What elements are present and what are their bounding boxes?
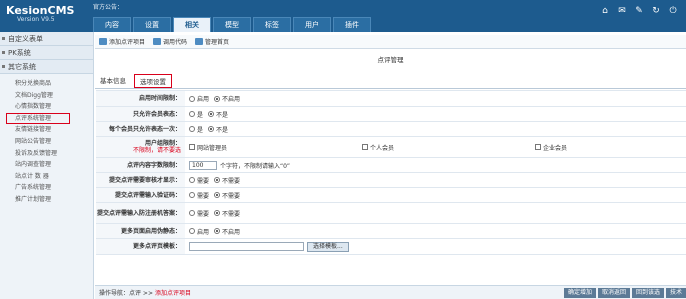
radio-no-need[interactable]: 不需要: [214, 191, 240, 200]
row-word-limit: 点评内容字数限制： 100 个字符，不限制请输入“0”: [96, 158, 686, 173]
top-header: KesionCMS Version V9.5 官方公告： 内容 设置 相关 模型…: [0, 0, 686, 32]
row-review-approval: 提交点评需要审核才显示： 需要 不需要: [96, 173, 686, 188]
sidebar-item[interactable]: 站内调查管理: [0, 159, 93, 171]
sidebar-item[interactable]: 站点计 数 器: [0, 171, 93, 183]
tab-settings[interactable]: 设置: [133, 17, 171, 32]
radio-no[interactable]: 不是: [208, 110, 228, 119]
row-anti-bot: 提交点评需输入防注册机答案： 需要 不需要: [96, 203, 686, 224]
row-members-only: 只允许会员表态： 是 不是: [96, 107, 686, 122]
back-button[interactable]: 回到该选: [631, 288, 664, 298]
label-once-per-member: 每个会员只允许表态一次：: [96, 122, 185, 136]
radio-no-need[interactable]: 不需要: [214, 176, 240, 185]
row-user-groups: 用户组限制： 不限制，请不要选 网站管理员 个人会员 企业会员: [96, 137, 686, 158]
row-captcha: 提交点评需输入验证码： 需要 不需要: [96, 188, 686, 203]
sidebar-item[interactable]: 投诉及反馈管理: [0, 148, 93, 160]
sidebar-item[interactable]: 广告系统管理: [0, 182, 93, 194]
version-label: Version V9.5: [17, 16, 55, 23]
footer-current: 添加点评项目: [154, 290, 191, 297]
mail-icon[interactable]: ✉: [617, 6, 627, 16]
row-pseudo-static: 更多页面启用伪静态： 启用 不启用: [96, 224, 686, 239]
tab-users[interactable]: 用户: [293, 17, 331, 32]
label-time-limit: 启用时间限制：: [96, 91, 185, 106]
row-time-limit: 启用时间限制： 启用 不启用: [96, 91, 686, 107]
radio-need[interactable]: 需要: [189, 191, 209, 200]
sidebar-item[interactable]: 友情链接管理: [0, 124, 93, 136]
label-members-only: 只允许会员表态：: [96, 107, 185, 121]
radio-disable[interactable]: 不启用: [214, 94, 240, 103]
call-code-button[interactable]: 调用代码: [153, 37, 187, 46]
sub-tabs: 基本信息 选项设置: [95, 72, 686, 89]
main-tabs: 内容 设置 相关 模型 标签 用户 插件: [93, 17, 373, 32]
footer-path[interactable]: 点评 >>: [129, 288, 153, 297]
label-review-approval: 提交点评需要审核才显示：: [96, 173, 185, 187]
radio-no[interactable]: 不是: [208, 125, 228, 134]
notice-label: 官方公告：: [93, 4, 124, 11]
sidebar-group-other[interactable]: 其它系统: [0, 60, 93, 74]
label-anti-bot: 提交点评需输入防注册机答案：: [96, 203, 185, 223]
refresh-icon[interactable]: ↻: [651, 6, 661, 16]
label-word-limit: 点评内容字数限制：: [96, 158, 185, 172]
sidebar-item[interactable]: 文档Digg管理: [0, 90, 93, 102]
radio-enable[interactable]: 启用: [189, 94, 209, 103]
radio-need[interactable]: 需要: [189, 209, 209, 218]
tab-content[interactable]: 内容: [93, 17, 131, 32]
confirm-add-button[interactable]: 确定增加: [563, 288, 596, 298]
page-title: 点评管理: [377, 56, 404, 64]
sidebar-item[interactable]: 网站公告管理: [0, 136, 93, 148]
tools-icon[interactable]: ✎: [634, 6, 644, 16]
radio-disable[interactable]: 不启用: [214, 227, 240, 236]
tab-basic-info[interactable]: 基本信息: [98, 74, 128, 88]
no-limit-note: 不限制，请不要选: [132, 147, 181, 154]
sidebar-item[interactable]: 推广计划管理: [0, 194, 93, 206]
code-icon: [153, 38, 162, 45]
options-form: 启用时间限制： 启用 不启用 只允许会员表态： 是 不是 每个会员只允许表态一次…: [96, 90, 686, 255]
add-icon: [99, 38, 107, 45]
sidebar-item-review-system[interactable]: 点评系统管理: [6, 112, 70, 125]
word-limit-hint: 个字符，不限制请输入“0”: [220, 162, 291, 170]
footer-bar: 操作导航： 点评 >> 添加点评项目 确定增加 取消返回 回到该选 技术: [95, 285, 686, 299]
footer-buttons: 确定增加 取消返回 回到该选 技术: [563, 288, 686, 298]
tech-button[interactable]: 技术: [665, 288, 686, 298]
radio-need[interactable]: 需要: [189, 176, 209, 185]
label-pseudo-static: 更多页面启用伪静态：: [96, 224, 185, 238]
tab-option-settings[interactable]: 选项设置: [134, 74, 172, 88]
add-review-label: 添加点评项目: [109, 39, 146, 46]
toolbar: 添加点评项目 调用代码 管理首页: [95, 35, 686, 49]
sidebar-item[interactable]: 积分兑换商品: [0, 78, 93, 90]
home-icon[interactable]: ⌂: [600, 6, 610, 16]
footer-nav-label: 操作导航：: [99, 290, 130, 297]
header-icons: ⌂ ✉ ✎ ↻ ⏻: [600, 6, 678, 16]
radio-no-need[interactable]: 不需要: [214, 209, 240, 218]
power-icon[interactable]: ⏻: [668, 6, 678, 16]
add-review-button[interactable]: 添加点评项目: [99, 37, 145, 46]
word-limit-input[interactable]: 100: [189, 160, 217, 170]
manage-home-label: 管理首页: [205, 39, 230, 46]
template-input[interactable]: [189, 242, 304, 251]
radio-yes[interactable]: 是: [189, 125, 203, 134]
select-template-button[interactable]: 选择模板...: [307, 241, 349, 252]
tab-related[interactable]: 相关: [173, 17, 211, 32]
sidebar-group-pk[interactable]: PK系统: [0, 46, 93, 60]
manage-home-button[interactable]: 管理首页: [195, 37, 229, 46]
label-template: 更多点评页模板：: [96, 239, 185, 254]
label-captcha: 提交点评需输入验证码：: [96, 188, 185, 202]
checkbox-personal[interactable]: 个人会员: [362, 143, 530, 152]
sidebar-list: 积分兑换商品 文档Digg管理 心情指数管理 点评系统管理 友情链接管理 网站公…: [0, 74, 93, 206]
row-once-per-member: 每个会员只允许表态一次： 是 不是: [96, 122, 686, 137]
sidebar-item[interactable]: 心情指数管理: [0, 101, 93, 113]
sidebar-group-custom-forms[interactable]: 自定义表单: [0, 32, 93, 46]
cancel-return-button[interactable]: 取消返回: [597, 288, 630, 298]
sidebar: 自定义表单 PK系统 其它系统 积分兑换商品 文档Digg管理 心情指数管理 点…: [0, 32, 94, 299]
label-user-groups: 用户组限制： 不限制，请不要选: [96, 137, 185, 157]
checkbox-admin[interactable]: 网站管理员: [189, 143, 357, 152]
radio-yes[interactable]: 是: [189, 110, 203, 119]
home-icon: [195, 38, 204, 45]
row-template: 更多点评页模板： 选择模板...: [96, 239, 686, 255]
tab-tags[interactable]: 标签: [253, 17, 291, 32]
radio-enable[interactable]: 启用: [189, 227, 209, 236]
tab-models[interactable]: 模型: [213, 17, 251, 32]
call-code-label: 调用代码: [163, 39, 188, 46]
tab-plugins[interactable]: 插件: [333, 17, 371, 32]
checkbox-enterprise[interactable]: 企业会员: [535, 143, 567, 152]
